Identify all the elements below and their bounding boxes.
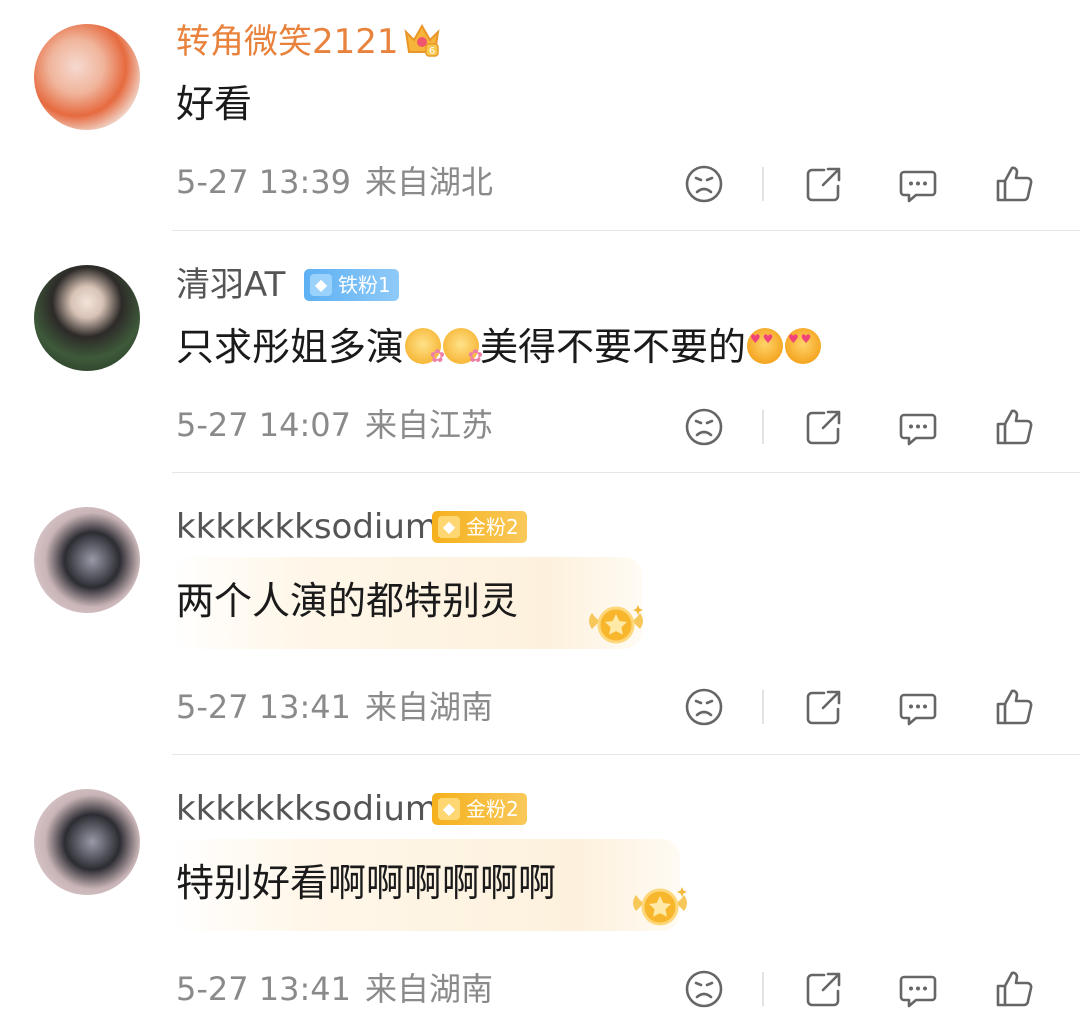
avatar[interactable] (34, 507, 140, 613)
comment-item: 清羽AT ◆ 铁粉1 只求彤姐多演 美得不要不要的 5-27 14:07 来自江苏 (0, 231, 1080, 473)
gold-fan-icon: ◆ (438, 516, 460, 538)
avatar[interactable] (34, 24, 140, 130)
share-icon[interactable] (804, 164, 844, 204)
comment-date: 5-27 13:41 (176, 970, 352, 1008)
like-icon[interactable] (994, 164, 1034, 204)
comment-item: 转角微笑2121 6 好看 5-27 13:39 来自湖北 (0, 0, 1080, 230)
comment-date: 5-27 13:41 (176, 688, 352, 726)
comment-icon[interactable] (898, 164, 938, 204)
comment-icon[interactable] (898, 969, 938, 1009)
share-icon[interactable] (804, 969, 844, 1009)
svg-text:6: 6 (429, 46, 435, 57)
star-medal-icon (633, 887, 687, 926)
comment-icon[interactable] (898, 407, 938, 447)
action-separator (762, 410, 764, 444)
comment-text: 特别好看啊啊啊啊啊啊 (176, 861, 557, 905)
flower-face-emoji (405, 328, 445, 366)
crown-icon: 6 (404, 23, 440, 57)
comment-meta: 5-27 13:39 来自湖北 (176, 162, 493, 202)
dislike-icon[interactable] (684, 407, 724, 447)
like-icon[interactable] (994, 969, 1034, 1009)
fan-badge[interactable]: ◆ 金粉2 (432, 511, 527, 543)
comment-date: 5-27 14:07 (176, 406, 352, 444)
dislike-icon[interactable] (684, 969, 724, 1009)
flower-face-emoji (443, 328, 483, 366)
username[interactable]: 转角微笑2121 (176, 22, 399, 62)
comment-text: 好看 (176, 82, 253, 126)
share-icon[interactable] (804, 407, 844, 447)
action-separator (762, 167, 764, 201)
like-icon[interactable] (994, 407, 1034, 447)
heart-eyes-emoji (747, 328, 784, 364)
comment-location: 来自湖南 (365, 970, 494, 1008)
username[interactable]: kkkkkkksodium (176, 507, 438, 547)
heart-eyes-emoji (785, 328, 822, 364)
comment-text-part: 美得不要不要的 (480, 325, 747, 369)
dislike-icon[interactable] (684, 164, 724, 204)
avatar[interactable] (34, 789, 140, 895)
comment-item: kkkkkkksodium ◆ 金粉2 特别好看啊啊啊啊啊啊 5-27 13:41… (0, 755, 1080, 1009)
action-separator (762, 690, 764, 724)
fan-badge[interactable]: ◆ 铁粉1 (304, 269, 399, 301)
username[interactable]: 清羽AT (176, 265, 285, 305)
dislike-icon[interactable] (684, 687, 724, 727)
share-icon[interactable] (804, 687, 844, 727)
comment-text-part: 只求彤姐多演 (176, 325, 405, 369)
gold-fan-icon: ◆ (438, 798, 460, 820)
comment-location: 来自湖南 (365, 688, 494, 726)
comment-date: 5-27 13:39 (176, 163, 352, 201)
comment-text: 只求彤姐多演 美得不要不要的 (176, 323, 822, 371)
like-icon[interactable] (994, 687, 1034, 727)
comment-meta: 5-27 13:41 来自湖南 (176, 687, 493, 727)
comment-meta: 5-27 13:41 来自湖南 (176, 969, 493, 1009)
action-separator (762, 972, 764, 1006)
comment-item: kkkkkkksodium ◆ 金粉2 两个人演的都特别灵 5-27 13:41 来… (0, 473, 1080, 755)
comment-location: 来自湖北 (365, 163, 494, 201)
diamond-icon: ◆ (310, 274, 332, 296)
comment-location: 来自江苏 (365, 406, 494, 444)
avatar[interactable] (34, 265, 140, 371)
star-medal-icon (589, 605, 643, 644)
comment-meta: 5-27 14:07 来自江苏 (176, 405, 493, 445)
comment-text: 两个人演的都特别灵 (176, 579, 519, 623)
fan-badge-label: 铁粉1 (338, 273, 391, 297)
username[interactable]: kkkkkkksodium (176, 789, 438, 829)
fan-badge-label: 金粉2 (466, 515, 519, 539)
fan-badge-label: 金粉2 (466, 797, 519, 821)
fan-badge[interactable]: ◆ 金粉2 (432, 793, 527, 825)
comment-icon[interactable] (898, 687, 938, 727)
